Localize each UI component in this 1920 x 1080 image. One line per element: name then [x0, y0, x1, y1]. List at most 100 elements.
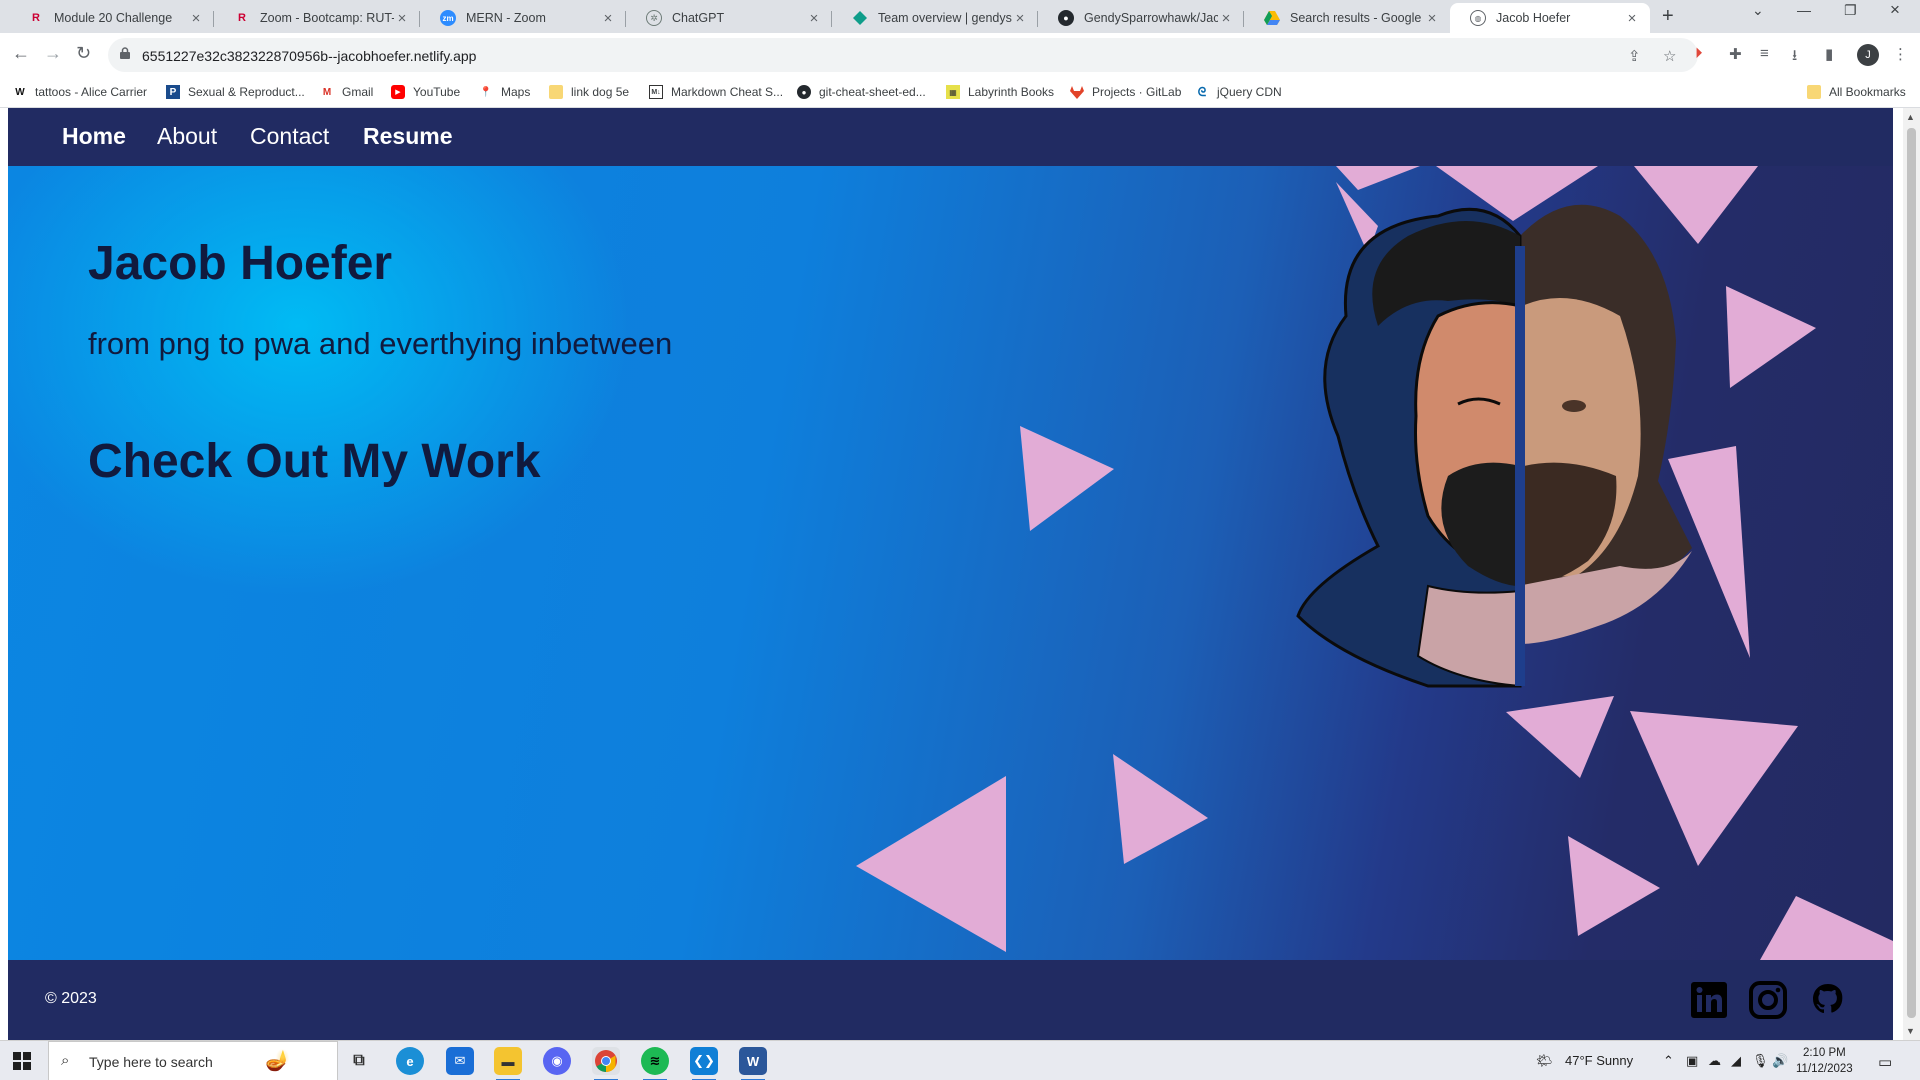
close-icon[interactable]: × [394, 10, 410, 27]
weather-text[interactable]: 47°F Sunny [1565, 1053, 1633, 1068]
spotify-icon[interactable]: ≋ [641, 1047, 669, 1080]
network-icon[interactable]: ◢ [1731, 1053, 1741, 1069]
check-out-my-work-link[interactable]: Check Out My Work [88, 434, 541, 489]
photo-eye [1562, 400, 1586, 412]
close-icon[interactable]: × [600, 10, 616, 27]
profile-avatar[interactable]: J [1857, 44, 1879, 66]
scroll-up-icon[interactable]: ▲ [1906, 112, 1915, 122]
labyrinth-icon: ▦ [946, 85, 960, 99]
nav-home[interactable]: Home [62, 123, 126, 150]
triangle [856, 776, 1006, 952]
page-scrollbar[interactable]: ▲ ▼ [1903, 108, 1920, 1040]
tray-chevron-icon[interactable]: ⌃ [1663, 1053, 1674, 1069]
download-icon[interactable]: ⭳ [1792, 45, 1797, 70]
weather-icon[interactable]: 🌤 [1536, 1053, 1553, 1069]
tab-google-drive[interactable]: Search results - Google D × [1244, 3, 1450, 33]
folder-icon [549, 85, 563, 99]
taskbar-search[interactable]: ⌕ Type here to search 🪔 [48, 1041, 338, 1080]
close-icon[interactable]: × [1218, 10, 1234, 27]
menu-dots-icon[interactable]: ⋮ [1893, 45, 1908, 63]
discord-icon[interactable]: ◉ [543, 1047, 571, 1075]
triangle [1113, 754, 1208, 864]
triangle [1634, 166, 1758, 244]
bookmark-tattoos[interactable]: Wtattoos - Alice Carrier [13, 85, 147, 99]
onedrive-icon[interactable]: ☁ [1708, 1053, 1721, 1069]
system-clock[interactable]: 2:10 PM 11/12/2023 [1796, 1045, 1853, 1077]
all-bookmarks[interactable]: All Bookmarks [1807, 85, 1906, 99]
file-explorer-icon[interactable]: ▬ [494, 1047, 522, 1080]
bookmark-youtube[interactable]: ▶ YouTube [391, 85, 460, 99]
url-text[interactable]: 6551227e32c382322870956b--jacobhoefer.ne… [142, 48, 476, 64]
scroll-down-icon[interactable]: ▼ [1906, 1026, 1915, 1036]
bookmark-link-dog[interactable]: link dog 5e [549, 85, 629, 99]
new-tab-button[interactable]: + [1662, 5, 1674, 28]
tab-team-overview[interactable]: Team overview | gendysp × [832, 3, 1038, 33]
search-highlight-icon: 🪔 [265, 1050, 290, 1072]
instagram-icon[interactable] [1748, 980, 1788, 1020]
bookmark-gmail[interactable]: M Gmail [320, 85, 374, 99]
close-icon[interactable]: × [188, 10, 204, 27]
maximize-button[interactable]: ❐ [1844, 2, 1857, 19]
close-icon[interactable]: × [1012, 10, 1028, 27]
share-icon[interactable]: ⇪ [1628, 47, 1641, 65]
globe-icon: ◍ [1470, 10, 1486, 26]
mail-icon[interactable]: ✉ [446, 1047, 474, 1075]
extension-record-icon[interactable]: ⏵ [1695, 45, 1703, 62]
close-icon[interactable]: × [806, 10, 822, 27]
triangle [1336, 166, 1420, 190]
lock-icon[interactable] [120, 47, 130, 59]
nav-contact[interactable]: Contact [250, 123, 329, 150]
gmail-icon: M [322, 86, 332, 98]
volume-icon[interactable]: 🔊 [1772, 1053, 1788, 1069]
markdown-icon: M↓ [649, 85, 663, 99]
vscode-icon[interactable]: ❮❯ [690, 1047, 718, 1080]
chrome-icon[interactable] [592, 1047, 620, 1080]
tab-mern-zoom[interactable]: zm MERN - Zoom × [420, 3, 626, 33]
bookmark-jquery[interactable]: ᘓ jQuery CDN [1195, 84, 1282, 100]
portfolio-site: Home About Contact Resume Jacob Hoefer f… [8, 108, 1893, 1040]
jquery-icon: ᘓ [1197, 84, 1207, 99]
nav-resume[interactable]: Resume [363, 123, 452, 150]
back-icon[interactable]: ← [12, 43, 30, 64]
tab-jacob-hoefer[interactable]: ◍ Jacob Hoefer × [1450, 3, 1650, 33]
bookmark-label: tattoos - Alice Carrier [35, 85, 148, 99]
windows-start-icon[interactable] [13, 1052, 31, 1070]
extensions-icon[interactable]: ✚ [1729, 45, 1742, 63]
nav-about[interactable]: About [157, 123, 217, 150]
close-icon[interactable]: × [1624, 10, 1640, 27]
w-icon: W [15, 86, 25, 98]
task-view-icon[interactable]: ⧉ [345, 1047, 373, 1075]
device-icon[interactable]: ▣ [1686, 1053, 1698, 1069]
media-queue-icon[interactable]: ≡ [1760, 45, 1769, 62]
edge-icon[interactable]: e [396, 1047, 424, 1075]
bookmark-git-cheat-sheet[interactable]: ● git-cheat-sheet-ed... [797, 85, 926, 99]
notifications-icon[interactable]: ▭ [1878, 1053, 1892, 1071]
side-panel-icon[interactable]: ▮ [1825, 45, 1833, 63]
close-window-button[interactable]: × [1890, 0, 1900, 20]
tab-title: ChatGPT [672, 11, 725, 25]
address-bar[interactable]: 6551227e32c382322870956b--jacobhoefer.ne… [108, 38, 1698, 72]
github-icon[interactable] [1808, 980, 1848, 1020]
rutgers-r-icon: R [32, 12, 40, 24]
tab-github-repo[interactable]: ● GendySparrowhawk/Jacol × [1038, 3, 1244, 33]
tab-module-20[interactable]: R Module 20 Challenge × [8, 3, 214, 33]
bookmark-star-icon[interactable]: ☆ [1663, 47, 1676, 65]
bookmark-label: Sexual & Reproduct... [188, 85, 305, 99]
linkedin-icon[interactable] [1689, 980, 1729, 1020]
word-icon[interactable]: W [739, 1047, 767, 1080]
tab-chatgpt[interactable]: ✲ ChatGPT × [626, 3, 832, 33]
bookmark-gitlab[interactable]: Projects · GitLab [1070, 85, 1181, 99]
bookmark-labyrinth[interactable]: ▦ Labyrinth Books [946, 85, 1054, 99]
close-icon[interactable]: × [1424, 10, 1440, 27]
rutgers-r-icon: R [238, 12, 246, 24]
microphone-icon[interactable]: 🎙 [1752, 1053, 1769, 1069]
reload-icon[interactable]: ↻ [76, 43, 91, 64]
minimize-button[interactable]: — [1797, 2, 1811, 18]
bookmark-sexual-reproductive[interactable]: P Sexual & Reproduct... [166, 85, 305, 99]
scroll-thumb[interactable] [1907, 128, 1916, 1018]
tab-zoom-bootcamp[interactable]: R Zoom - Bootcamp: RUT-V × [214, 3, 420, 33]
tab-search-icon[interactable]: ⌄ [1752, 2, 1764, 19]
bookmark-maps[interactable]: 📍 Maps [479, 85, 531, 99]
forward-icon[interactable]: → [44, 43, 62, 64]
bookmark-markdown[interactable]: M↓ Markdown Cheat S... [649, 85, 783, 99]
